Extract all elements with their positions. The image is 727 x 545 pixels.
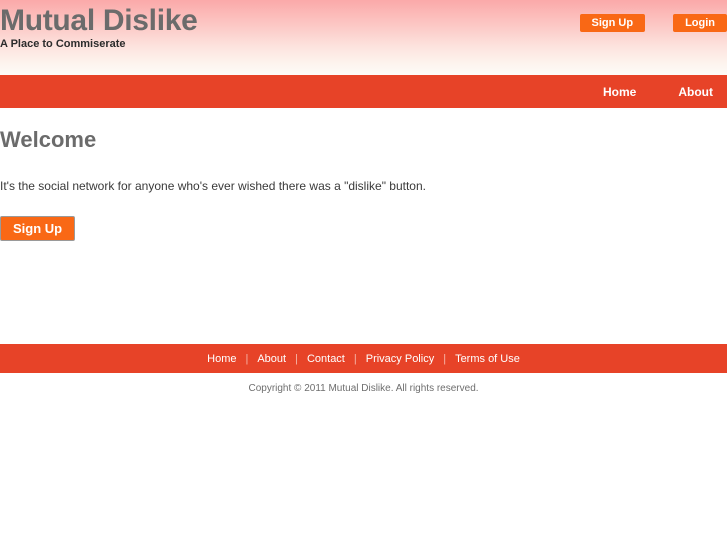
footer-link-terms-of-use[interactable]: Terms of Use bbox=[455, 353, 520, 365]
intro-paragraph: It's the social network for anyone who's… bbox=[0, 179, 426, 193]
page-title: Welcome bbox=[0, 127, 97, 152]
header-actions: Sign Up Login bbox=[579, 14, 727, 32]
footer-link-contact[interactable]: Contact bbox=[307, 353, 345, 365]
site-header: Mutual Dislike A Place to Commiserate Si… bbox=[0, 0, 727, 75]
footer-link-privacy-policy[interactable]: Privacy Policy bbox=[366, 353, 434, 365]
footer-separator: | bbox=[245, 352, 249, 365]
header-signup-button[interactable]: Sign Up bbox=[579, 14, 646, 32]
cta-container: Sign Up bbox=[0, 194, 727, 241]
site-title: Mutual Dislike bbox=[0, 4, 198, 37]
brand: Mutual Dislike A Place to Commiserate bbox=[0, 4, 198, 51]
footer-separator: | bbox=[353, 352, 357, 365]
header-login-button[interactable]: Login bbox=[673, 14, 727, 32]
nav-item-about[interactable]: About bbox=[678, 85, 713, 99]
nav-item-home[interactable]: Home bbox=[603, 85, 636, 99]
footer-link-home[interactable]: Home bbox=[207, 353, 236, 365]
footer-link-about[interactable]: About bbox=[257, 353, 286, 365]
primary-navigation: Home About bbox=[0, 75, 727, 108]
footer-separator: | bbox=[443, 352, 447, 365]
copyright-text: Copyright © 2011 Mutual Dislike. All rig… bbox=[248, 383, 479, 394]
footer-separator: | bbox=[295, 352, 298, 365]
main-content: Welcome It's the social network for anyo… bbox=[0, 108, 727, 241]
content-wrapper: Welcome It's the social network for anyo… bbox=[0, 108, 727, 394]
site-tagline: A Place to Commiserate bbox=[0, 38, 126, 50]
footer-links-bar: Home | About | Contact | Privacy Policy … bbox=[0, 344, 727, 373]
main-signup-button[interactable]: Sign Up bbox=[0, 216, 76, 241]
